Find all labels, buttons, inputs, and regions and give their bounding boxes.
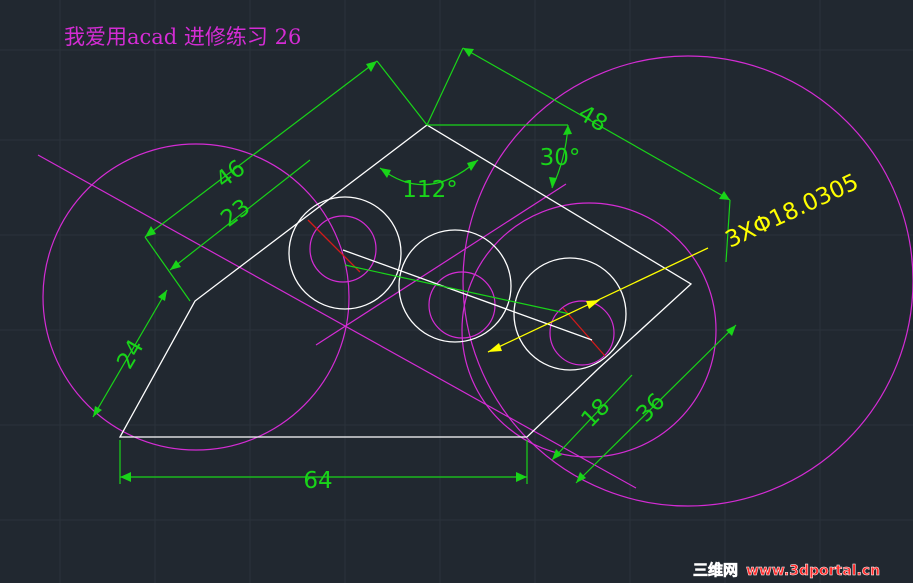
dim-30-text: 30° [540,145,581,171]
drawing-title: 我爱用acad 进修练习 26 [64,25,301,49]
dim-112-text: 112° [402,177,457,203]
watermark-site: www.3dportal.cn [746,563,880,579]
cad-drawing-canvas[interactable]: 我爱用acad 进修练习 26 46 23 48 24 64 18 36 112… [0,0,913,583]
dim-64-text: 64 [303,468,332,494]
watermark-brand: 三维网 [693,561,738,579]
watermark: 三维网 www.3dportal.cn [693,561,881,580]
